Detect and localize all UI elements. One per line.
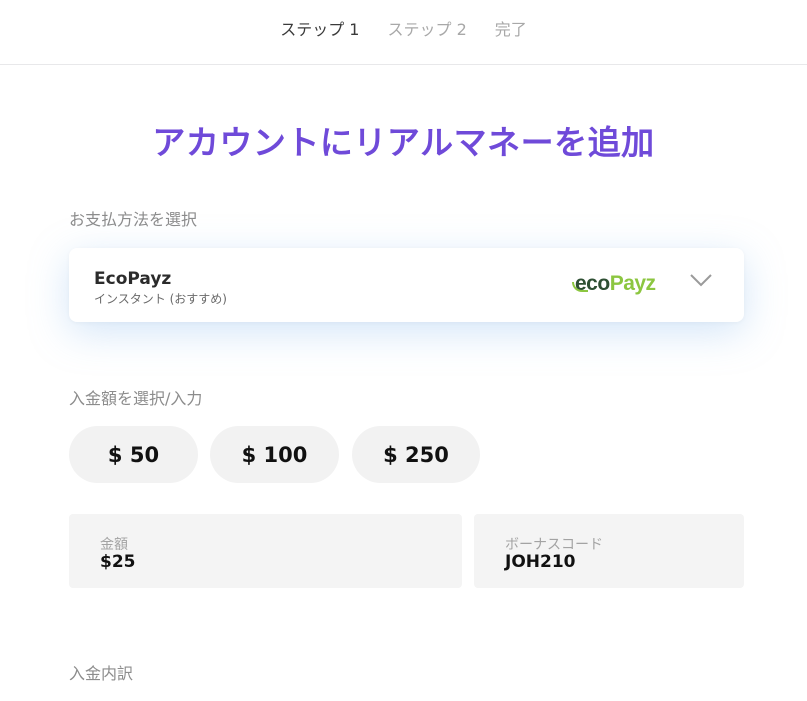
amount-100-button[interactable]: $ 100	[210, 426, 339, 483]
bonus-code-label: ボーナスコード	[505, 537, 603, 553]
amount-field-label: 金額	[100, 537, 128, 553]
method-name: EcoPayz	[94, 269, 172, 289]
step-1: ステップ 1	[280, 20, 360, 39]
bonus-code-value: JOH210	[505, 552, 576, 572]
payment-method-select[interactable]: EcoPayz インスタント (おすすめ) ecoPayz	[69, 248, 744, 322]
top-nav: ステップ 1 ステップ 2 完了	[0, 0, 807, 65]
amount-field-value: $25	[100, 552, 136, 572]
payment-method-label: お支払方法を選択	[69, 210, 198, 229]
amount-field[interactable]: 金額 $25	[69, 514, 462, 588]
step-complete: 完了	[494, 20, 527, 39]
page-title: アカウントにリアルマネーを追加	[152, 123, 655, 162]
amount-250-button[interactable]: $ 250	[352, 426, 480, 483]
method-subtitle: インスタント (おすすめ)	[94, 292, 227, 306]
step-2: ステップ 2	[387, 20, 467, 39]
chevron-down-icon[interactable]	[689, 272, 713, 288]
amount-50-button[interactable]: $ 50	[69, 426, 198, 483]
deposit-breakdown-label: 入金内訳	[69, 664, 134, 683]
bonus-code-field[interactable]: ボーナスコード JOH210	[474, 514, 744, 588]
deposit-amount-label: 入金額を選択/入力	[69, 389, 203, 408]
ecopayz-logo: ecoPayz	[572, 272, 656, 296]
stepper: ステップ 1 ステップ 2 完了	[280, 16, 527, 40]
